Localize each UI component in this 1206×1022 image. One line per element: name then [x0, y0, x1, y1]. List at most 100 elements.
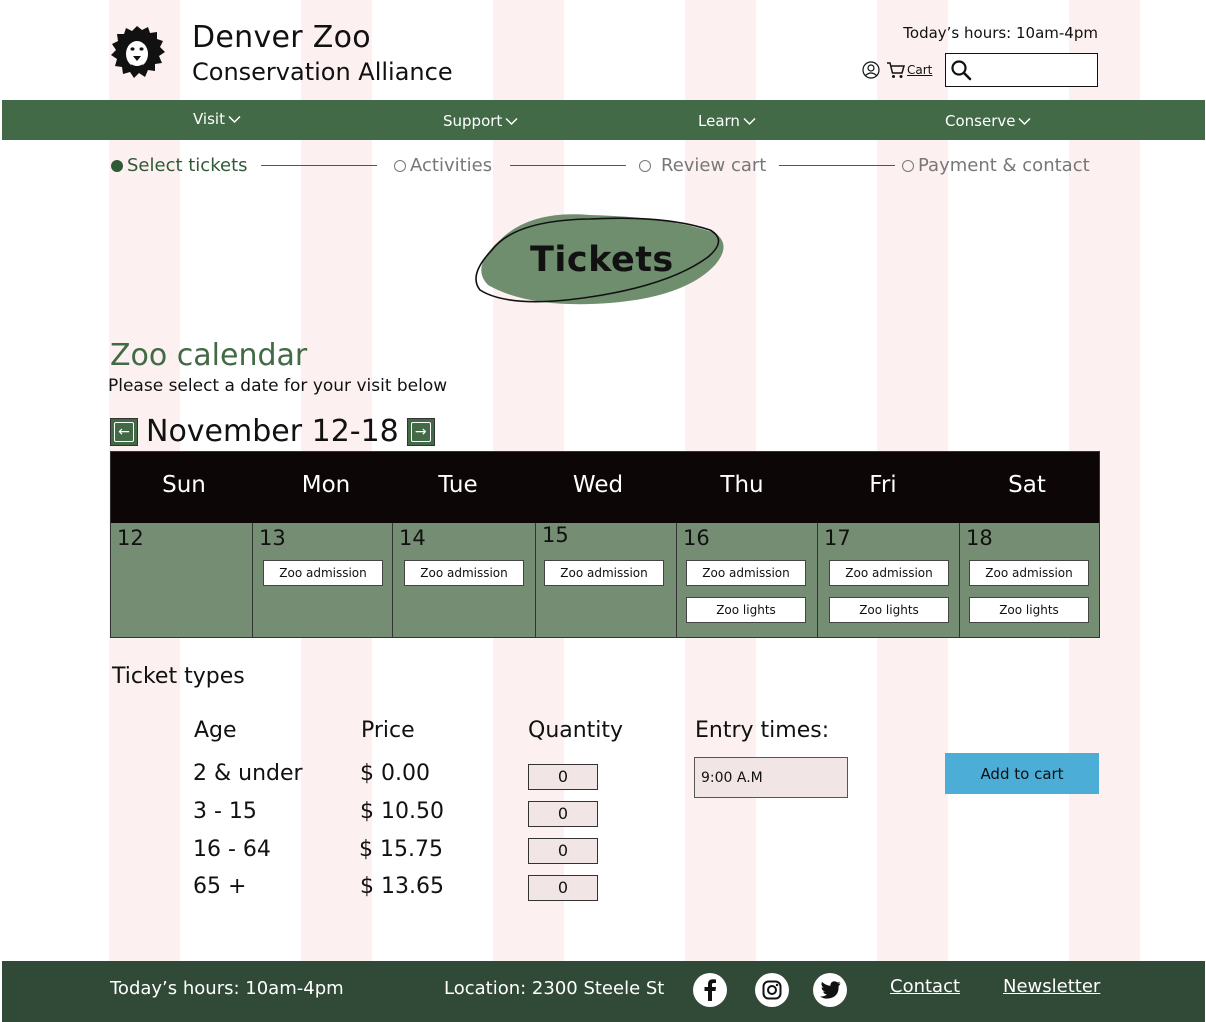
search-input[interactable]: [974, 58, 1092, 82]
day-cell-16[interactable]: 16 Zoo admission Zoo lights: [677, 523, 818, 637]
day-name-mon: Mon: [301, 472, 351, 498]
event-zoo-admission[interactable]: Zoo admission: [404, 560, 524, 586]
column-header-quantity: Quantity: [528, 718, 624, 743]
event-zoo-lights[interactable]: Zoo lights: [686, 597, 806, 623]
instagram-link[interactable]: [755, 973, 789, 1007]
next-week-button[interactable]: →: [406, 417, 435, 446]
quantity-input[interactable]: 0: [528, 764, 598, 790]
nav-item-learn[interactable]: Learn: [698, 112, 756, 130]
day-name-sat: Sat: [1008, 472, 1046, 498]
chevron-down-icon: [743, 117, 756, 125]
week-label: November 12-18: [146, 414, 399, 449]
nav-label: Visit: [193, 110, 225, 128]
step-select-tickets[interactable]: Select tickets: [111, 155, 248, 176]
calendar-header: Sun Mon Tue Wed Thu Fri Sat: [111, 452, 1099, 523]
cart-icon: [887, 62, 905, 78]
quantity-input[interactable]: 0: [528, 801, 598, 827]
nav-item-visit[interactable]: Visit: [193, 110, 241, 128]
arrow-right-icon: →: [410, 421, 431, 442]
chevron-down-icon: [228, 115, 241, 123]
ticket-price: $ 13.65: [360, 874, 444, 899]
footer-location: Location: 2300 Steele St: [444, 978, 665, 999]
footer: Today’s hours: 10am-4pm Location: 2300 S…: [2, 961, 1205, 1022]
facebook-link[interactable]: [693, 973, 727, 1007]
ticket-age: 3 - 15: [193, 799, 257, 824]
twitter-link[interactable]: [813, 973, 847, 1007]
twitter-icon: [820, 981, 841, 999]
day-number: 17: [824, 526, 851, 550]
page-title: Tickets: [530, 240, 674, 280]
event-zoo-lights[interactable]: Zoo lights: [969, 597, 1089, 623]
step-label: Review cart: [661, 155, 767, 176]
previous-week-button[interactable]: ←: [110, 417, 138, 446]
step-connector: [779, 165, 895, 166]
quantity-input[interactable]: 0: [528, 875, 598, 901]
calendar-subtitle: Please select a date for your visit belo…: [108, 376, 448, 396]
step-payment-contact[interactable]: Payment & contact: [902, 155, 1090, 176]
contact-link[interactable]: Contact: [890, 976, 960, 997]
day-cell-17[interactable]: 17 Zoo admission Zoo lights: [818, 523, 960, 637]
nav-label: Learn: [698, 112, 740, 130]
main-nav: Visit Support Learn Conserve: [2, 100, 1205, 140]
chevron-down-icon: [505, 117, 518, 125]
facebook-icon: [704, 979, 716, 1001]
ticket-age: 2 & under: [193, 761, 303, 786]
day-cell-12[interactable]: 12: [111, 523, 253, 637]
step-label: Activities: [410, 155, 493, 176]
nav-item-support[interactable]: Support: [443, 112, 518, 130]
ticket-price: $ 10.50: [360, 799, 444, 824]
lion-logo[interactable]: [108, 24, 166, 80]
arrow-left-icon: ←: [114, 421, 134, 442]
event-zoo-admission[interactable]: Zoo admission: [829, 560, 949, 586]
ticket-age: 65 +: [193, 874, 247, 899]
day-number: 12: [117, 526, 144, 550]
newsletter-link[interactable]: Newsletter: [1003, 976, 1100, 997]
add-to-cart-button[interactable]: Add to cart: [945, 753, 1099, 794]
step-dot-icon: [111, 159, 123, 172]
instagram-icon: [762, 980, 782, 1000]
step-dot-icon: [902, 159, 914, 172]
day-name-wed: Wed: [572, 472, 624, 498]
calendar-title: Zoo calendar: [110, 338, 308, 373]
step-label: Select tickets: [127, 155, 248, 176]
event-zoo-admission[interactable]: Zoo admission: [544, 560, 664, 586]
day-name-fri: Fri: [869, 472, 897, 498]
calendar-body: 12 13 Zoo admission 14 Zoo admission 15 …: [111, 523, 1099, 637]
step-review-cart[interactable]: Review cart: [639, 155, 766, 176]
event-zoo-admission[interactable]: Zoo admission: [263, 560, 383, 586]
week-navigator: ← November 12-18 →: [110, 414, 435, 449]
entry-time-select[interactable]: 9:00 A.M: [694, 757, 848, 798]
ticket-price: $ 15.75: [359, 837, 443, 862]
cart-label: Cart: [907, 63, 933, 77]
nav-label: Support: [443, 112, 503, 130]
footer-hours: Today’s hours: 10am-4pm: [110, 978, 344, 999]
day-number: 15: [542, 523, 569, 547]
event-zoo-admission[interactable]: Zoo admission: [686, 560, 806, 586]
event-zoo-lights[interactable]: Zoo lights: [829, 597, 949, 623]
event-zoo-admission[interactable]: Zoo admission: [969, 560, 1089, 586]
step-connector: [510, 165, 626, 166]
day-cell-14[interactable]: 14 Zoo admission: [393, 523, 536, 637]
user-icon[interactable]: [862, 61, 880, 79]
column-header-price: Price: [361, 718, 415, 743]
step-connector: [261, 165, 377, 166]
day-name-tue: Tue: [438, 472, 478, 498]
ticket-price: $ 0.00: [360, 761, 430, 786]
brand-name: Denver Zoo: [192, 20, 371, 55]
day-cell-15[interactable]: 15 Zoo admission: [536, 523, 677, 637]
step-dot-icon: [639, 159, 651, 172]
chevron-down-icon: [1018, 117, 1032, 125]
step-activities[interactable]: Activities: [394, 155, 492, 176]
calendar-grid: Sun Mon Tue Wed Thu Fri Sat 12 13 Zoo ad…: [110, 451, 1100, 638]
cart-link[interactable]: Cart: [886, 61, 932, 79]
ticket-types-title: Ticket types: [112, 664, 245, 689]
day-number: 18: [966, 526, 993, 550]
nav-item-conserve[interactable]: Conserve: [945, 112, 1032, 130]
search-icon: [951, 60, 972, 81]
day-name-thu: Thu: [720, 472, 764, 498]
search-box[interactable]: [945, 53, 1098, 87]
day-cell-13[interactable]: 13 Zoo admission: [253, 523, 393, 637]
day-cell-18[interactable]: 18 Zoo admission Zoo lights: [960, 523, 1099, 637]
quantity-input[interactable]: 0: [528, 838, 598, 864]
day-number: 13: [259, 526, 286, 550]
